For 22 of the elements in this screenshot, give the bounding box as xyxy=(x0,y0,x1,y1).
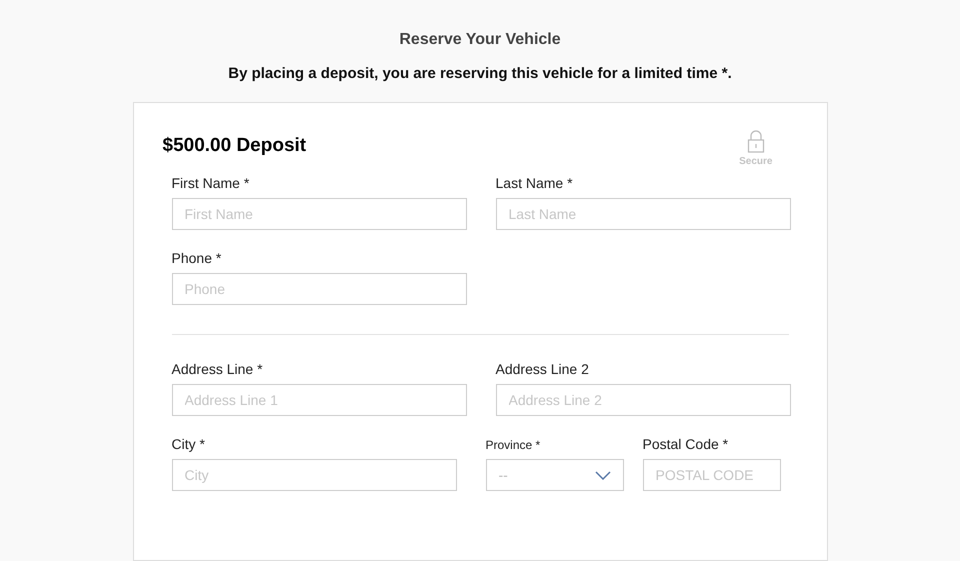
select-label: Province * xyxy=(486,438,540,452)
field-label: First Name * xyxy=(172,175,250,191)
input-field[interactable]: City xyxy=(172,459,456,491)
field-label: Phone * xyxy=(172,250,222,266)
input-field[interactable]: Address Line 1 xyxy=(172,384,466,416)
deposit-notice: By placing a deposit, you are reserving this vehicle for a limited time *. xyxy=(228,65,732,82)
deposit-amount: $500.00 Deposit xyxy=(162,135,306,157)
secure-label: Secure xyxy=(739,156,772,167)
input-field[interactable]: First Name xyxy=(172,198,466,230)
input-field[interactable]: POSTAL CODE xyxy=(642,459,780,491)
field-label: Last Name * xyxy=(496,175,573,191)
lock-icon xyxy=(746,129,765,153)
province-dropdown[interactable]: -- xyxy=(486,459,624,491)
field-label: City * xyxy=(172,436,205,452)
page-title: Reserve Your Vehicle xyxy=(399,31,561,49)
input-field[interactable]: Phone xyxy=(172,273,466,305)
field-label: Address Line * xyxy=(172,361,263,377)
input-field[interactable]: Address Line 2 xyxy=(496,384,790,416)
input-field[interactable]: Last Name xyxy=(496,198,790,230)
field-label: Address Line 2 xyxy=(496,361,589,377)
chevron-down-icon xyxy=(594,470,610,480)
field-label: Postal Code * xyxy=(642,436,728,452)
